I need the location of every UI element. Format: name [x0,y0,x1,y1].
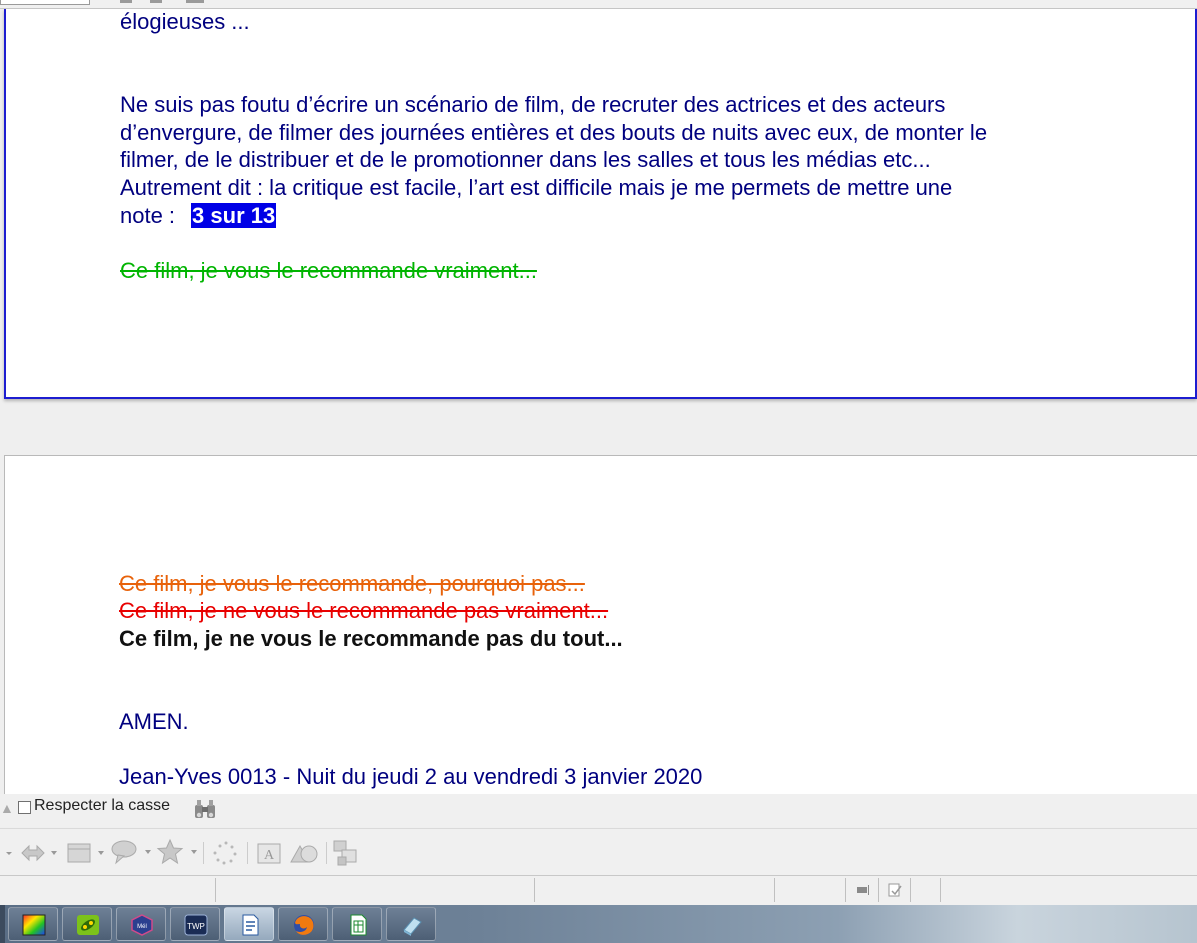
amen-line: AMEN. [119,709,189,734]
document-page-2[interactable]: Ce film, je vous le recommande, pourquoi… [4,455,1197,794]
selection-mode-icon[interactable] [855,882,871,898]
status-separator [910,878,911,902]
text-line: Ne suis pas foutu d’écrire un scénario d… [120,92,946,117]
text-line: d’envergure, de filmer des journées enti… [120,120,988,145]
svg-text:TWP: TWP [187,922,205,931]
status-separator [774,878,775,902]
writer-app-icon [242,914,259,936]
status-separator [940,878,941,902]
twp-app-icon: TWP [184,914,208,936]
find-previous-arrow-icon[interactable]: ▲ [0,800,14,816]
taskbar-item[interactable] [8,907,58,941]
toolbar-separator [247,842,248,864]
star-icon[interactable] [156,838,202,866]
toolbar-icon-partial[interactable] [150,0,162,3]
note-line: note : 3 sur 13 [120,202,277,230]
taskbar-item[interactable] [386,907,436,941]
taskbar-item[interactable] [62,907,112,941]
find-toolbar [0,794,1197,827]
taskbar-item[interactable]: Mél [116,907,166,941]
status-bar [0,875,1197,906]
arrow-shapes-icon[interactable] [20,840,60,866]
recommend-orange-line: Ce film, je vous le recommande, pourquoi… [119,571,585,596]
taskbar-item[interactable] [278,907,328,941]
start-edge[interactable] [0,905,5,943]
recommend-bold-line: Ce film, je ne vous le recommande pas du… [119,626,623,651]
note-value-selected[interactable]: 3 sur 13 [191,203,277,228]
binoculars-icon[interactable] [193,799,217,821]
eraser-app-icon [403,917,422,936]
calc-app-icon [350,914,367,936]
svg-text:A: A [264,848,275,863]
color-app-icon [22,914,46,936]
status-separator [534,878,535,902]
recommend-green-line: Ce film, je vous le recommande vraiment.… [120,258,537,283]
shapes-icon[interactable] [288,840,322,866]
match-case-label[interactable]: Respecter la casse [34,797,170,815]
taskbar-item[interactable] [332,907,382,941]
text-line: filmer, de le distribuer et de le promot… [120,147,931,172]
points-icon[interactable] [210,840,240,866]
toolbar-separator [326,842,327,864]
document-modified-icon[interactable] [887,882,903,898]
taskbar-item-active[interactable] [224,907,274,941]
recommend-red-line: Ce film, je ne vous le recommande pas vr… [119,598,609,623]
status-separator [878,878,879,902]
status-separator [215,878,216,902]
fontwork-icon[interactable]: A [255,840,283,866]
green-app-icon [77,915,99,935]
svg-text:Mél: Mél [137,924,147,930]
text-line: Autrement dit : la critique est facile, … [120,175,953,200]
group-icon[interactable] [331,838,363,868]
callout-icon[interactable] [110,838,154,866]
status-separator [845,878,846,902]
toolbar-icon-partial[interactable] [186,0,204,3]
document-page-1[interactable]: élogieuses ... Ne suis pas foutu d’écrir… [4,9,1197,399]
dropdown-arrow-icon[interactable] [4,848,14,858]
toolbar-separator [203,842,204,864]
text-line: élogieuses ... [120,9,250,34]
taskbar-item[interactable]: TWP [170,907,220,941]
match-case-checkbox[interactable] [18,801,31,814]
mail-app-icon: Mél [131,914,153,936]
font-combo-partial[interactable] [0,0,90,5]
firefox-icon [294,915,314,935]
toolbar-icon-partial[interactable] [120,0,132,3]
signature-line: Jean-Yves 0013 - Nuit du jeudi 2 au vend… [119,764,703,789]
note-label: note : [120,203,176,228]
basic-shapes-icon[interactable] [66,840,108,866]
